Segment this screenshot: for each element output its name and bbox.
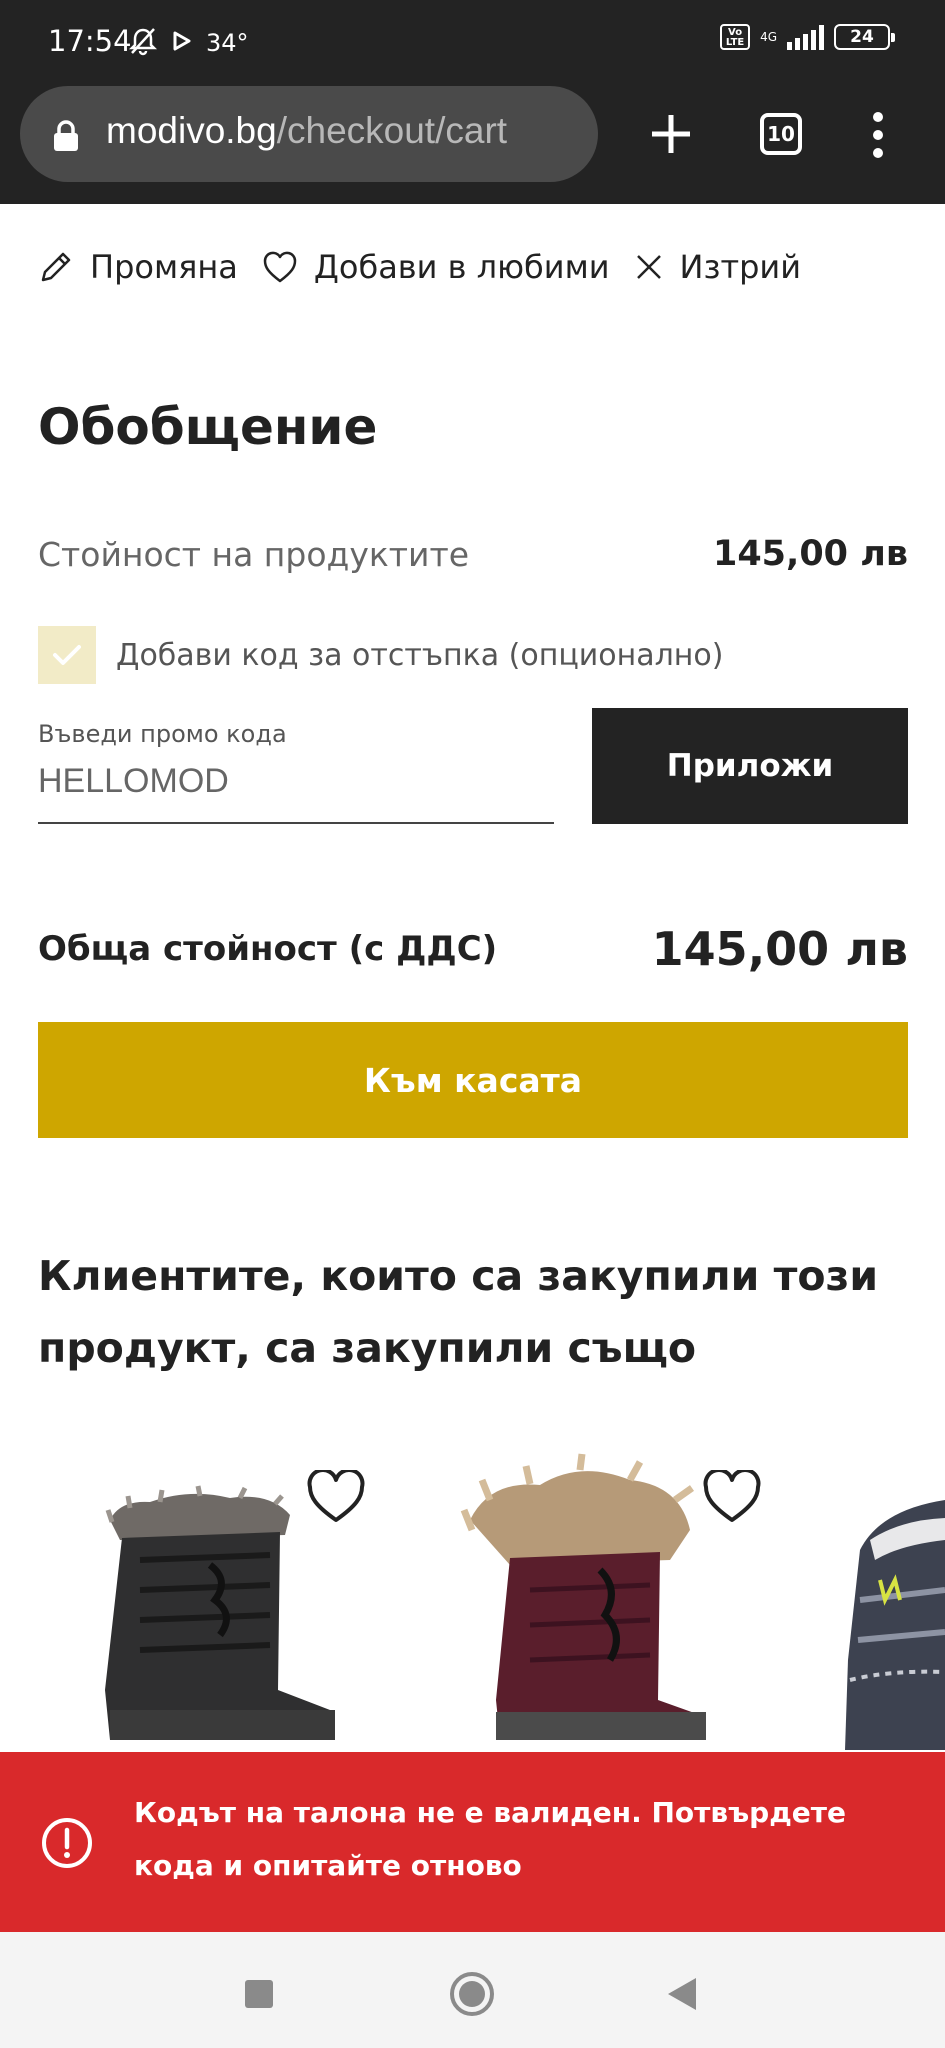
- battery-level: 24: [850, 27, 874, 47]
- delete-label: Изтрий: [679, 248, 802, 286]
- error-toast-message: Кодът на талона не е валиден. Потвърдете…: [134, 1796, 847, 1882]
- wishlist-heart-icon[interactable]: [306, 1468, 366, 1528]
- total-row: Обща стойност (с ДДС) 145,00 лв: [38, 922, 908, 976]
- close-icon: [636, 255, 661, 279]
- address-bar[interactable]: modivo.bg/checkout/cart: [20, 86, 598, 182]
- top-bar: 17:54 34° Vo LTE 4G 24 modivo.bg/checkou…: [0, 0, 945, 204]
- product-card[interactable]: [840, 1440, 945, 1750]
- url-path: /checkout/cart: [276, 110, 508, 151]
- error-toast: Кодът на талона не е валиден. Потвърдете…: [0, 1752, 945, 1932]
- signal-icon: [787, 24, 824, 50]
- back-icon[interactable]: [668, 1978, 696, 2010]
- promo-code-checkbox[interactable]: [38, 626, 96, 684]
- recommendations-title: Клиентите, които са закупили този продук…: [38, 1252, 879, 1372]
- product-image: [460, 1453, 706, 1740]
- url-domain: modivo.bg: [106, 110, 277, 151]
- promo-code-input[interactable]: HELLOMOD: [38, 762, 554, 801]
- summary-title: Обобщение: [38, 398, 378, 456]
- delete-button[interactable]: Изтрий: [634, 248, 802, 286]
- promo-code-checkbox-label: Добави код за отстъпка (опционално): [116, 637, 724, 673]
- wishlist-heart-icon[interactable]: [702, 1468, 762, 1528]
- alert-circle-icon: [40, 1816, 94, 1874]
- network-type: 4G: [760, 30, 777, 44]
- products-value-label: Стойност на продуктите: [38, 534, 469, 574]
- add-to-favorites-label: Добави в любими: [313, 248, 610, 286]
- total-value: 145,00 лв: [651, 922, 908, 976]
- total-label: Обща стойност (с ДДС): [38, 929, 498, 969]
- pencil-icon: [41, 252, 71, 282]
- status-time: 17:54: [48, 24, 132, 58]
- recommendations-carousel[interactable]: [0, 1440, 945, 1750]
- cart-item-actions: Промяна Добави в любими Изтрий: [38, 248, 825, 286]
- edit-label: Промяна: [90, 248, 238, 286]
- lock-icon: [52, 120, 80, 156]
- plus-icon: [652, 115, 690, 153]
- volte-icon: Vo LTE: [720, 24, 751, 50]
- tabs-button[interactable]: 10: [760, 113, 802, 155]
- apply-button[interactable]: Приложи: [592, 708, 908, 824]
- products-value-row: Стойност на продуктите 145,00 лв: [38, 534, 908, 574]
- bell-off-icon: [128, 26, 158, 60]
- play-icon: [172, 30, 192, 56]
- heart-icon: [263, 251, 297, 283]
- recents-icon[interactable]: [245, 1980, 273, 2008]
- tabs-count: 10: [767, 122, 795, 146]
- edit-button[interactable]: Промяна: [38, 248, 238, 286]
- battery-icon: 24: [834, 24, 895, 50]
- home-icon[interactable]: [450, 1972, 494, 2016]
- new-tab-button[interactable]: [648, 111, 694, 157]
- more-vert-icon[interactable]: [868, 110, 888, 160]
- promo-code-toggle[interactable]: Добави код за отстъпка (опционално): [38, 626, 723, 684]
- status-icons-left: 34°: [128, 26, 249, 60]
- checkout-button[interactable]: Към касата: [38, 1022, 908, 1138]
- promo-code-field[interactable]: Въведи промо кода HELLOMOD: [38, 720, 554, 824]
- url-text[interactable]: modivo.bg/checkout/cart: [106, 110, 507, 152]
- status-icons-right: Vo LTE 4G 24: [720, 24, 895, 50]
- product-image: [845, 1500, 945, 1750]
- products-value: 145,00 лв: [712, 534, 908, 574]
- promo-code-field-label: Въведи промо кода: [38, 720, 287, 748]
- add-to-favorites-button[interactable]: Добави в любими: [262, 248, 610, 286]
- product-card[interactable]: [460, 1440, 740, 1750]
- check-icon: [53, 645, 81, 665]
- system-navigation-bar: [0, 1932, 945, 2048]
- status-temperature: 34°: [206, 29, 249, 57]
